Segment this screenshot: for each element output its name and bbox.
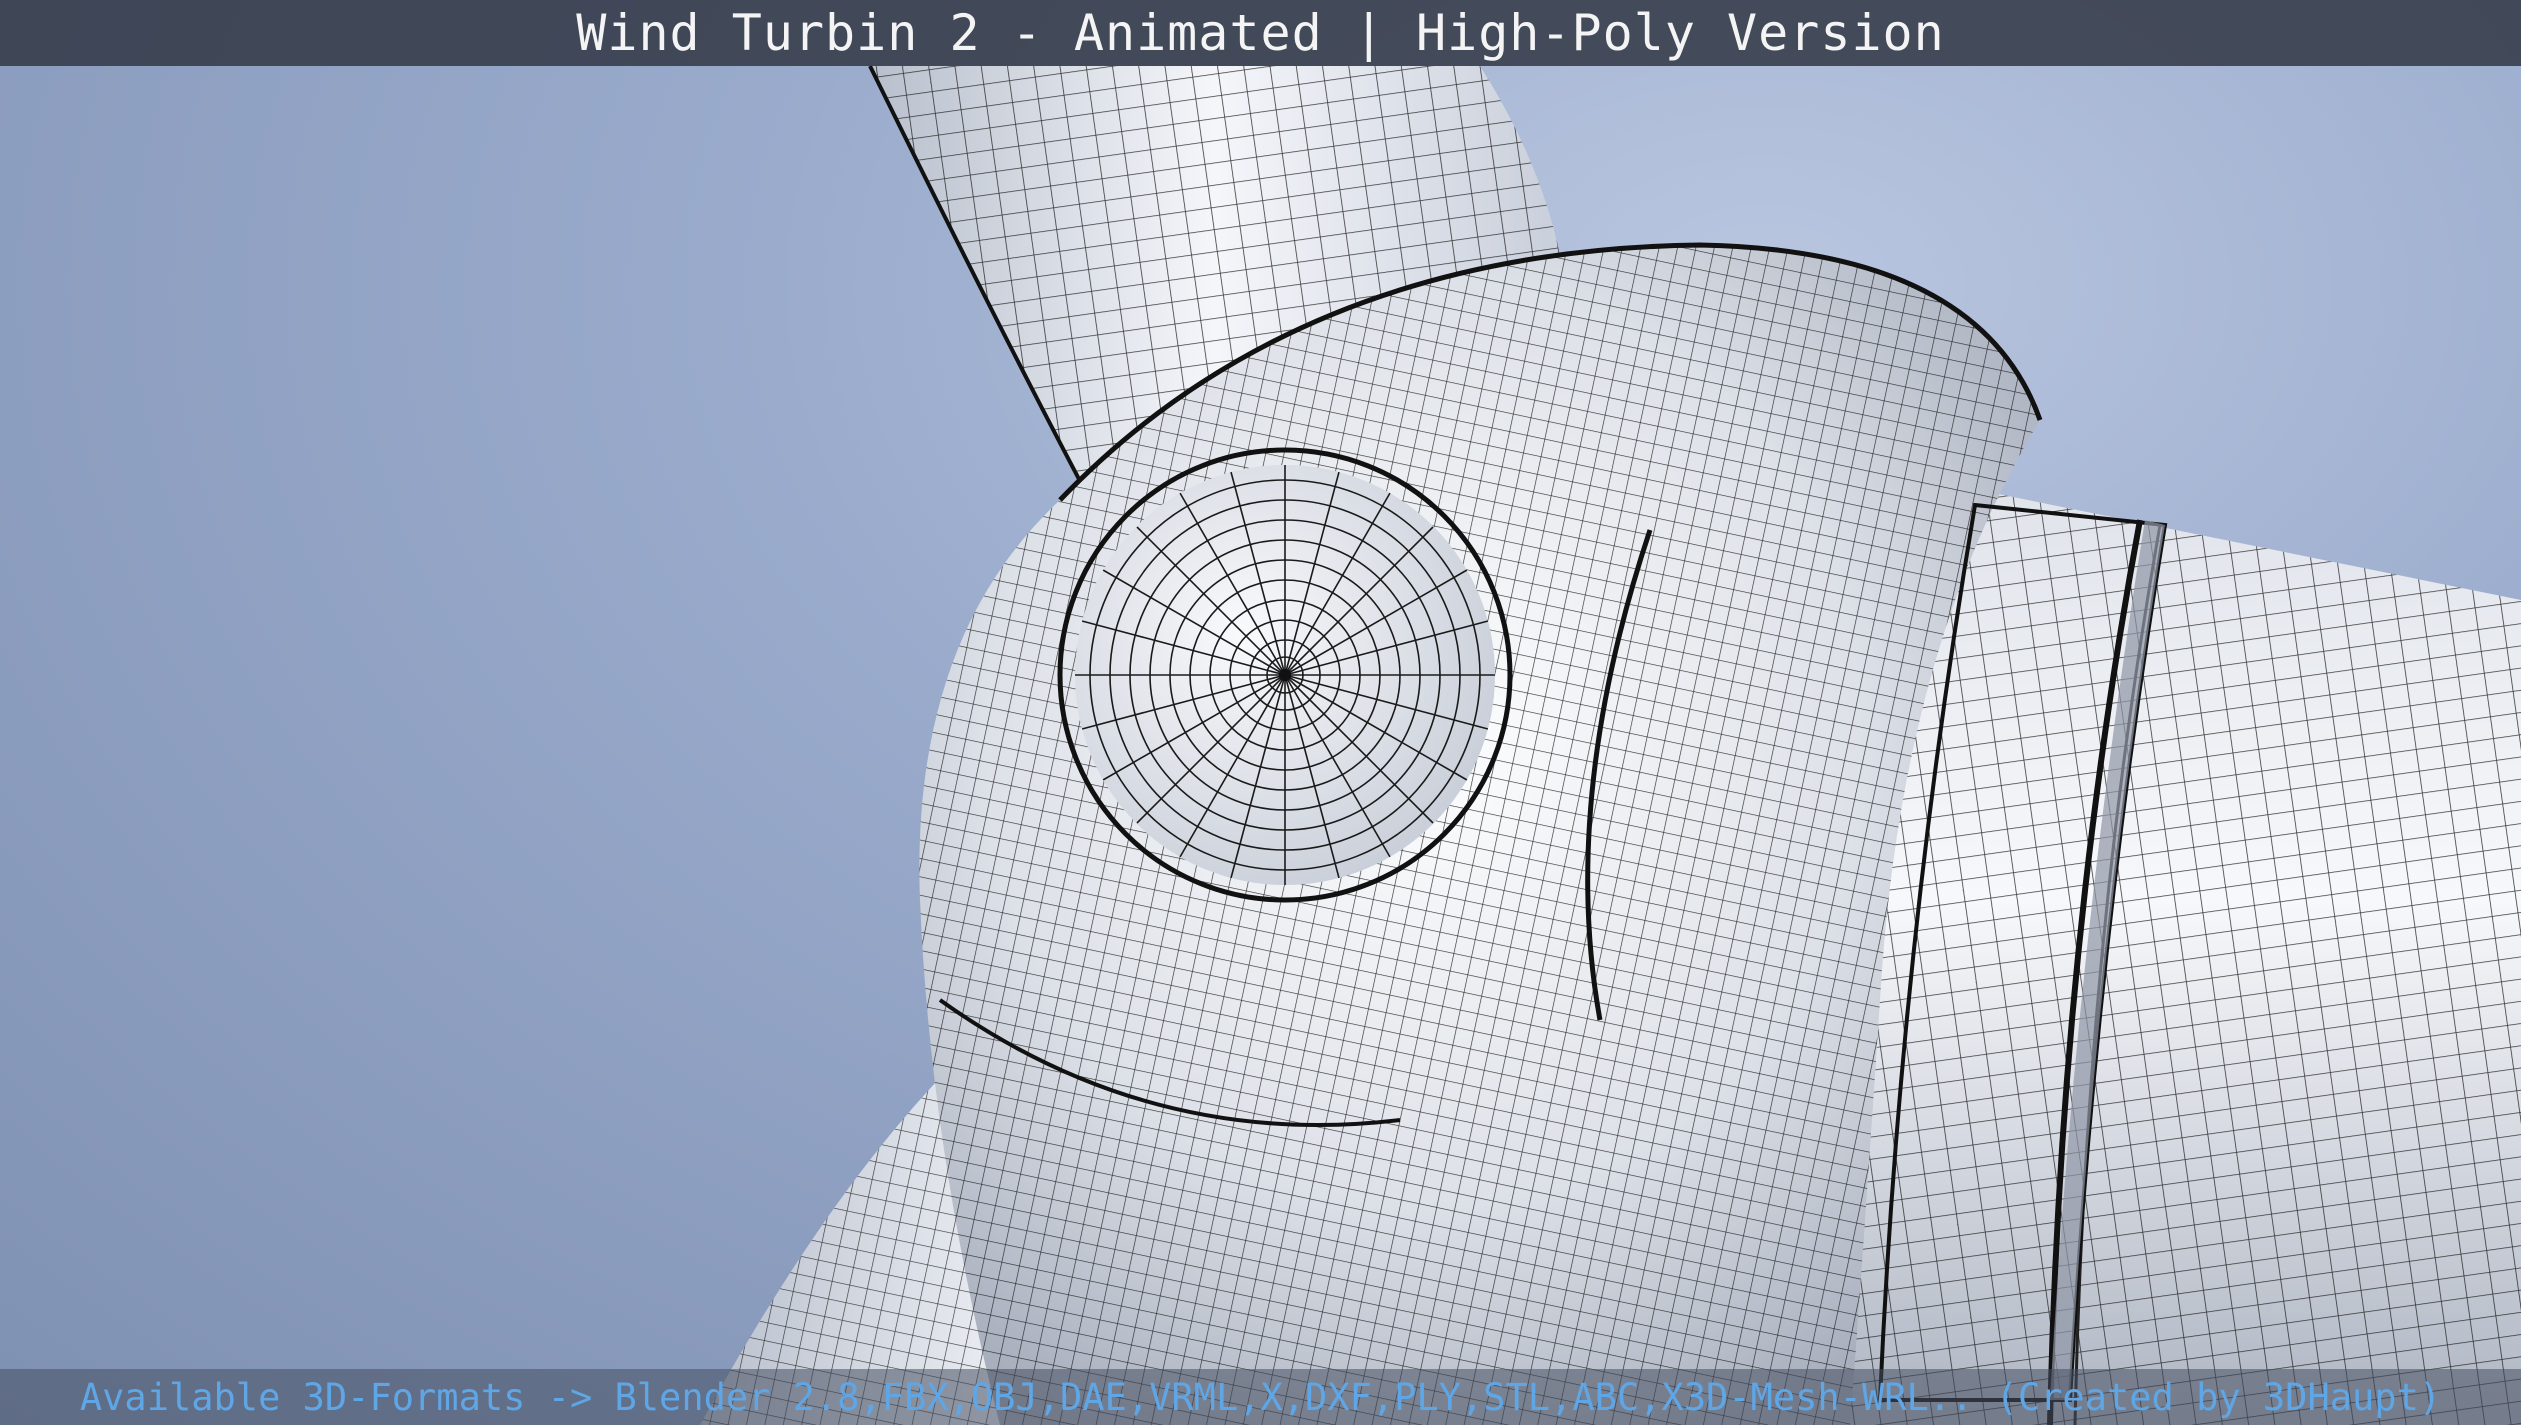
formats-caption: Available 3D-Formats -> Blender 2.8,FBX,… [0,1369,2521,1425]
wireframe-turbine-render [700,65,2521,1425]
render-viewport: Wind Turbin 2 - Animated | High-Poly Ver… [0,0,2521,1425]
video-title: Wind Turbin 2 - Animated | High-Poly Ver… [0,0,2521,66]
nose-cone [1057,447,1513,903]
